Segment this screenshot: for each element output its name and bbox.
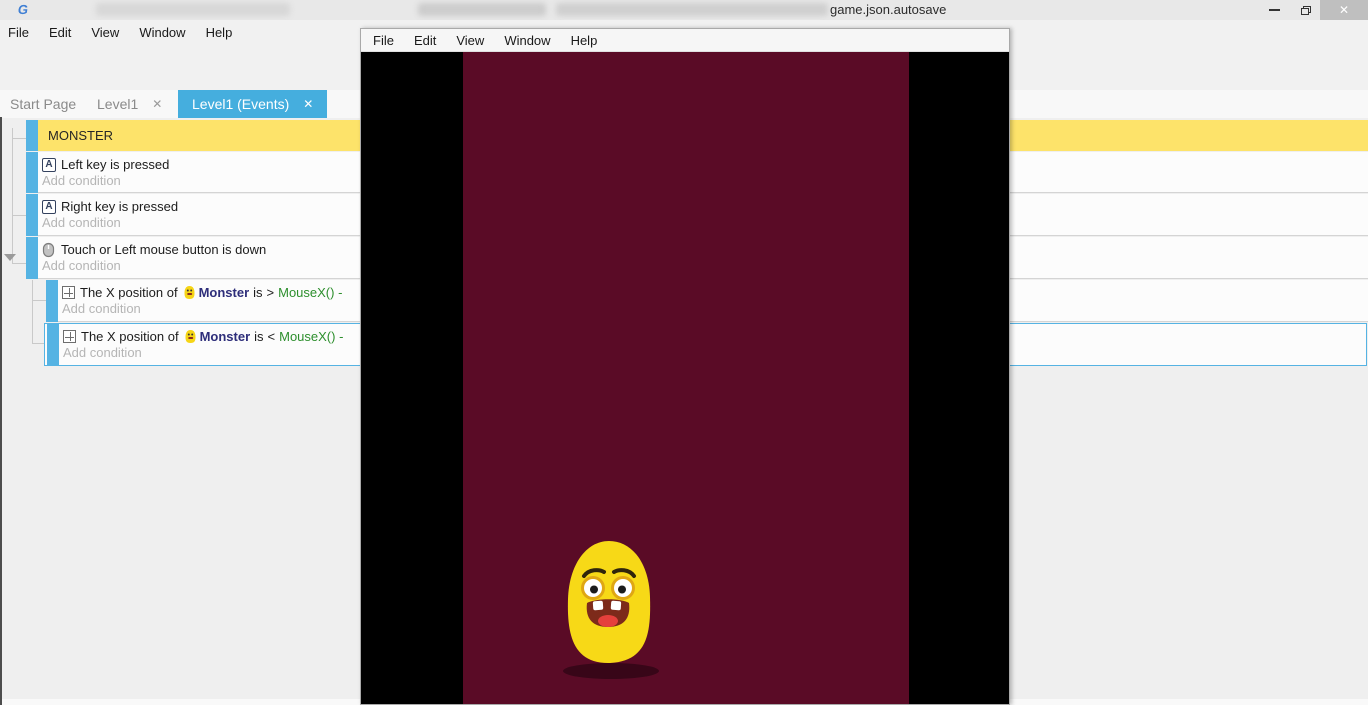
game-stage[interactable]	[463, 52, 909, 704]
position-icon	[62, 286, 75, 299]
condition-text[interactable]: The X position of	[80, 285, 178, 300]
object-name[interactable]: Monster	[199, 285, 250, 300]
condition-text: is	[254, 329, 263, 344]
collapse-arrow-icon[interactable]	[4, 254, 16, 261]
event-drag-handle[interactable]	[26, 237, 38, 279]
tab-label: Level1 (Events)	[192, 96, 289, 112]
menu-edit[interactable]: Edit	[39, 25, 81, 40]
operator-text: <	[268, 329, 276, 344]
preview-menu-bar: File Edit View Window Help	[361, 29, 1009, 52]
mouse-icon	[42, 242, 55, 258]
object-name[interactable]: Monster	[200, 329, 251, 344]
tab-level1[interactable]: Level1 ✕	[97, 90, 162, 118]
condition-text[interactable]: The X position of	[81, 329, 179, 344]
restore-icon	[1301, 6, 1311, 15]
menu-help[interactable]: Help	[196, 25, 243, 40]
event-drag-handle[interactable]	[46, 280, 58, 322]
keyboard-icon: A	[42, 200, 56, 214]
preview-menu-file[interactable]: File	[361, 33, 404, 48]
redacted-title-text	[96, 3, 290, 16]
menu-file[interactable]: File	[0, 25, 39, 40]
panel-edge	[0, 117, 2, 705]
preview-menu-edit[interactable]: Edit	[404, 33, 446, 48]
minimize-icon	[1269, 9, 1280, 11]
operator-text: >	[267, 285, 275, 300]
redacted-title-text	[418, 3, 546, 16]
condition-text[interactable]: Left key is pressed	[61, 157, 169, 172]
tab-level1-events[interactable]: Level1 (Events) ✕	[178, 90, 327, 118]
redacted-title-text	[556, 3, 828, 16]
app-logo-icon: G	[17, 2, 29, 17]
menu-view[interactable]: View	[81, 25, 129, 40]
event-drag-handle[interactable]	[26, 194, 38, 236]
game-canvas[interactable]	[361, 52, 1009, 704]
preview-menu-window[interactable]: Window	[494, 33, 560, 48]
preview-menu-help[interactable]: Help	[561, 33, 608, 48]
restore-button[interactable]	[1292, 0, 1320, 20]
monster-sprite	[559, 539, 659, 684]
tab-close-icon[interactable]: ✕	[303, 97, 313, 111]
expression-text: MouseX() -	[279, 329, 343, 344]
position-icon	[63, 330, 76, 343]
monster-object-icon	[185, 329, 196, 344]
event-drag-handle[interactable]	[26, 120, 38, 151]
tab-label: Start Page	[10, 96, 76, 112]
monster-object-icon	[184, 285, 195, 300]
tab-label: Level1	[97, 96, 138, 112]
expression-text: MouseX() -	[278, 285, 342, 300]
condition-text[interactable]: Touch or Left mouse button is down	[61, 242, 266, 257]
minimize-button[interactable]	[1258, 0, 1290, 20]
event-drag-handle[interactable]	[26, 152, 38, 193]
tab-close-icon[interactable]: ✕	[152, 97, 162, 111]
event-drag-handle[interactable]	[47, 324, 59, 365]
title-bar: G game.json.autosave ✕	[0, 0, 1368, 20]
menu-window[interactable]: Window	[129, 25, 195, 40]
close-button[interactable]: ✕	[1320, 0, 1368, 20]
tab-start-page[interactable]: Start Page	[10, 90, 76, 118]
preview-menu-view[interactable]: View	[446, 33, 494, 48]
condition-text[interactable]: Right key is pressed	[61, 199, 178, 214]
gdevelop-window: G game.json.autosave ✕ File Edit View Wi…	[0, 0, 1368, 705]
condition-text: is	[253, 285, 262, 300]
game-preview-window: File Edit View Window Help	[360, 28, 1010, 705]
window-title: game.json.autosave	[830, 2, 946, 17]
keyboard-icon: A	[42, 158, 56, 172]
